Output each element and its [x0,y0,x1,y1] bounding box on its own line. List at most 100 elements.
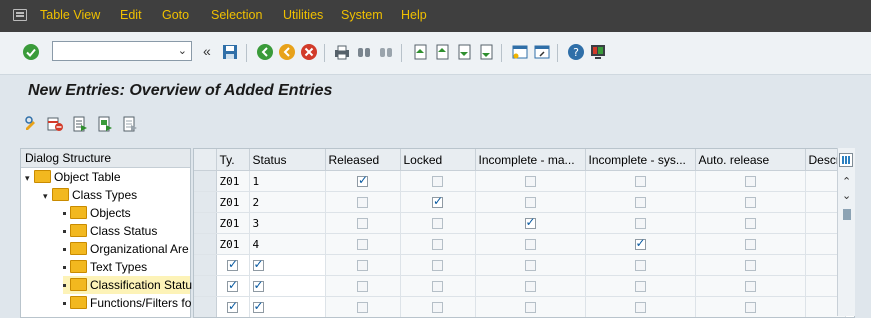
incomplete-manual-cell[interactable] [475,296,586,317]
checkbox[interactable] [744,239,756,250]
status-cell-checkbox[interactable] [249,275,326,297]
vertical-scrollbar[interactable] [837,148,855,316]
checkbox[interactable] [432,281,443,292]
checkbox[interactable] [524,239,536,250]
help-icon[interactable]: ? [567,43,585,61]
checkbox[interactable] [432,218,443,229]
select-block-icon[interactable] [96,115,114,133]
select-all-icon[interactable] [71,115,89,133]
checkbox[interactable] [524,302,536,313]
checkbox[interactable] [357,260,368,271]
chevron-down-icon[interactable]: ⌄ [178,44,187,57]
column-header-auto-release[interactable]: Auto. release [695,149,806,171]
scroll-up-icon[interactable]: ⌃ [842,175,851,188]
checkbox[interactable] [524,176,536,187]
menu-goto[interactable]: Goto [162,8,189,22]
status-cell-checkbox[interactable] [249,254,326,276]
menu-table-view[interactable]: Table View [40,8,100,22]
checkbox[interactable] [634,260,646,271]
type-cell-checkbox[interactable] [216,275,250,297]
previous-page-icon[interactable] [433,43,451,61]
checkbox[interactable] [524,260,536,271]
deselect-all-icon[interactable] [121,115,139,133]
row-selector-header[interactable] [194,149,217,171]
incomplete-system-cell[interactable] [585,254,696,276]
checkbox[interactable] [227,257,238,271]
scroll-down-icon[interactable]: ⌄ [842,189,851,202]
checkbox[interactable] [252,299,264,313]
incomplete-system-cell[interactable] [585,212,696,234]
released-cell[interactable] [325,212,401,234]
locked-cell[interactable] [400,296,476,317]
delete-row-icon[interactable] [46,115,64,133]
column-header-type[interactable]: Ty. [216,149,250,171]
tree-node-objects[interactable]: Objects [63,204,131,222]
customize-layout-icon[interactable] [589,43,607,61]
checkbox[interactable] [634,281,646,292]
incomplete-system-cell[interactable] [585,275,696,297]
column-header-released[interactable]: Released [325,149,401,171]
checkbox[interactable] [432,194,443,208]
released-cell[interactable] [325,275,401,297]
column-settings-icon[interactable] [839,153,853,167]
column-header-incomplete-manual[interactable]: Incomplete - ma... [475,149,586,171]
next-page-icon[interactable] [455,43,473,61]
auto-release-cell[interactable] [695,275,806,297]
checkbox[interactable] [357,239,368,250]
auto-release-cell[interactable] [695,296,806,317]
checkbox[interactable] [634,197,646,208]
incomplete-manual-cell[interactable] [475,275,586,297]
auto-release-cell[interactable] [695,170,806,192]
tree-node-text-types[interactable]: Text Types [63,258,147,276]
released-cell[interactable] [325,170,401,192]
locked-cell[interactable] [400,191,476,213]
auto-release-cell[interactable] [695,233,806,255]
tree-node-classification-status[interactable]: Classification Statu [63,276,192,294]
row-selector[interactable] [194,254,217,276]
released-cell[interactable] [325,296,401,317]
released-cell[interactable] [325,233,401,255]
first-page-icon[interactable] [411,43,429,61]
tree-node-organizational-areas[interactable]: Organizational Are [63,240,189,258]
checkbox[interactable] [227,299,238,313]
checkbox[interactable] [357,218,368,229]
checkbox[interactable] [357,173,368,187]
system-menu-icon[interactable] [13,9,27,21]
tree-node-class-status[interactable]: Class Status [63,222,157,240]
checkbox[interactable] [744,197,756,208]
auto-release-cell[interactable] [695,254,806,276]
type-cell-checkbox[interactable] [216,296,250,317]
incomplete-manual-cell[interactable] [475,212,586,234]
cancel-icon[interactable] [300,43,318,61]
checkbox[interactable] [357,302,368,313]
checkbox[interactable] [524,215,536,229]
checkbox[interactable] [744,302,756,313]
incomplete-manual-cell[interactable] [475,170,586,192]
tree-node-object-table[interactable]: ▾ Object Table [25,168,121,186]
checkbox[interactable] [634,236,646,250]
checkbox[interactable] [744,260,756,271]
locked-cell[interactable] [400,254,476,276]
checkbox[interactable] [524,281,536,292]
print-icon[interactable] [333,43,351,61]
released-cell[interactable] [325,254,401,276]
checkbox[interactable] [634,218,646,229]
incomplete-system-cell[interactable] [585,170,696,192]
tree-node-functions-filters[interactable]: Functions/Filters fo [63,294,191,312]
save-icon[interactable] [221,43,239,61]
checkbox[interactable] [252,257,264,271]
row-selector[interactable] [194,191,217,213]
find-icon[interactable] [355,43,373,61]
menu-utilities[interactable]: Utilities [283,8,323,22]
menu-system[interactable]: System [341,8,383,22]
checkbox[interactable] [432,176,443,187]
checkbox[interactable] [227,278,238,292]
checkbox[interactable] [357,197,368,208]
column-header-locked[interactable]: Locked [400,149,476,171]
checkbox[interactable] [432,260,443,271]
checkbox[interactable] [524,197,536,208]
row-selector[interactable] [194,275,217,297]
checkbox[interactable] [744,218,756,229]
scrollbar-thumb[interactable] [843,209,851,220]
shortcut-icon[interactable] [533,43,551,61]
